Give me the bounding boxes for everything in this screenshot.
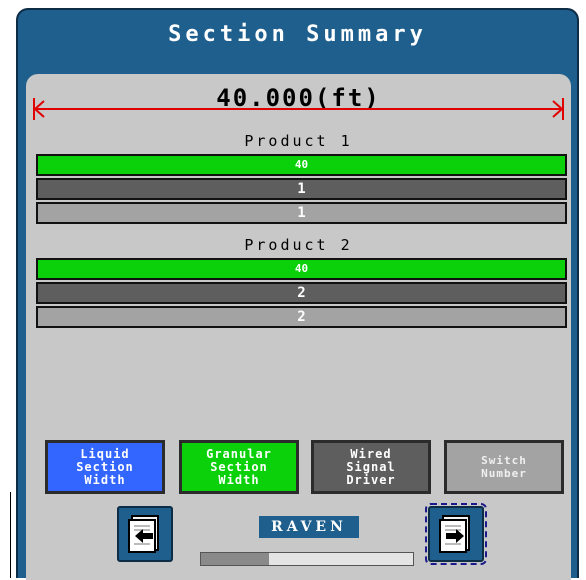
legend-liquid-section-width: Liquid Section Width: [45, 440, 165, 494]
legend-wired-signal-driver: Wired Signal Driver: [311, 440, 431, 494]
page-title: Section Summary: [168, 22, 427, 47]
next-page-button[interactable]: [425, 503, 487, 565]
product-2-section-width-bar[interactable]: 40: [36, 258, 567, 280]
page-forward-icon: [439, 515, 470, 553]
previous-page-button[interactable]: [117, 506, 173, 562]
raven-logo: RAVEN: [259, 516, 359, 538]
product-1-label: Product 1: [244, 132, 353, 150]
product-1-section-width-bar[interactable]: 40: [36, 154, 567, 176]
page-back-icon: [128, 515, 159, 553]
product-2-signal-driver-bar[interactable]: 2: [36, 282, 567, 304]
progress-fill: [201, 553, 269, 565]
product-1-signal-driver-bar[interactable]: 1: [36, 178, 567, 200]
border-line: [10, 492, 11, 578]
legend-granular-section-width: Granular Section Width: [179, 440, 299, 494]
width-dimension-arrow: [33, 98, 564, 120]
section-summary-window: Section Summary 40.000(ft) Product 1 40 …: [16, 8, 579, 580]
page-progress-bar: [200, 552, 414, 566]
summary-panel: 40.000(ft) Product 1 40 1 1 Product 2 40…: [26, 74, 571, 580]
product-2-label: Product 2: [244, 236, 353, 254]
product-2-switch-number-bar[interactable]: 2: [36, 306, 567, 328]
legend-switch-number: Switch Number: [444, 440, 564, 494]
product-1-switch-number-bar[interactable]: 1: [36, 202, 567, 224]
